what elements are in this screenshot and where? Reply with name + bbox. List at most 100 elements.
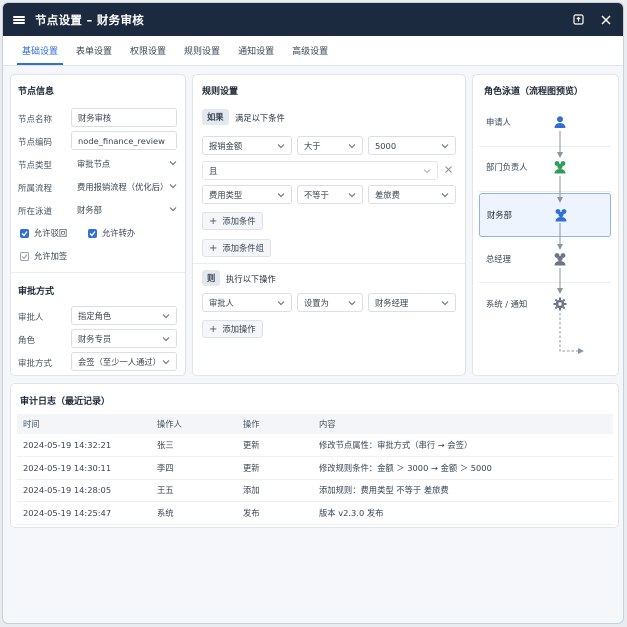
column-header: 内容 <box>313 414 613 434</box>
cell-time: 2024-05-19 14:28:05 <box>17 479 151 502</box>
add-action-label: 添加操作 <box>222 324 256 334</box>
node-type-label: 节点类型 <box>18 161 53 171</box>
cond1-field-select[interactable]: 报销金额 <box>202 136 292 155</box>
node-name-label: 节点名称 <box>18 115 53 125</box>
action1-op-select[interactable]: 设置为 <box>297 293 363 312</box>
table-row[interactable]: 2024-05-19 14:25:47 系统 发布 版本 v2.3.0 发布 <box>17 501 613 525</box>
cell-operator: 王五 <box>151 479 237 502</box>
audit-log-panel: 审计日志（最近记录） 时间 操作人 操作 内容 2024-05-19 14:32… <box>10 383 619 528</box>
allow-addsign-checkbox[interactable]: 允许加签 <box>20 250 67 262</box>
cond2-value-select[interactable]: 差旅费 <box>368 185 456 204</box>
cond1-value-input[interactable]: 5000 <box>368 136 456 155</box>
close-icon[interactable] <box>599 13 613 27</box>
cond2-value: 差旅费 <box>375 189 400 200</box>
menu-icon[interactable] <box>13 14 25 26</box>
node-code-label: 节点编码 <box>18 138 53 148</box>
cond1-op-select[interactable]: 大于 <box>297 136 363 155</box>
if-text: 满足以下条件 <box>235 113 285 123</box>
tab-permission[interactable]: 权限设置 <box>121 44 175 65</box>
cond1-op-value: 大于 <box>304 140 321 151</box>
cell-operator: 李四 <box>151 456 237 480</box>
role-select[interactable]: 财务专员 <box>71 329 177 348</box>
cond1-field-value: 报销金额 <box>209 140 243 151</box>
logic-operator-select[interactable]: 且 <box>202 161 438 180</box>
lanes-panel: 角色泳道（流程图预览） 申请人 部门负责人 财务部 总经理 系统 / 通知 <box>472 74 619 376</box>
role-label: 角色 <box>18 336 36 346</box>
chevron-down-icon <box>348 193 356 198</box>
tab-notify[interactable]: 通知设置 <box>229 44 283 65</box>
action1-value: 财务经理 <box>375 297 409 308</box>
then-text: 执行以下操作 <box>226 274 276 284</box>
table-header-row: 时间 操作人 操作 内容 <box>17 414 613 434</box>
approver-select[interactable]: 指定角色 <box>71 306 177 325</box>
approval-mode-value: 会签（至少一人通过） <box>78 356 161 367</box>
add-action-button[interactable]: + 添加操作 <box>202 320 263 338</box>
add-group-label: 添加条件组 <box>222 243 264 253</box>
if-tag: 如果 <box>202 109 229 125</box>
popout-icon[interactable] <box>571 13 585 27</box>
cond2-field-select[interactable]: 费用类型 <box>202 185 292 204</box>
chevron-down-icon <box>423 169 431 174</box>
approval-mode-select[interactable]: 会签（至少一人通过） <box>71 352 177 371</box>
tab-bar: 基础设置 表单设置 权限设置 规则设置 通知设置 高级设置 <box>3 36 623 66</box>
chevron-down-icon <box>162 337 170 342</box>
chevron-down-icon <box>441 301 449 306</box>
action1-field-select[interactable]: 审批人 <box>202 293 292 312</box>
tab-rules[interactable]: 规则设置 <box>175 44 229 65</box>
checkbox-checked-icon <box>88 228 97 238</box>
cell-operator: 系统 <box>151 501 237 525</box>
tab-form[interactable]: 表单设置 <box>67 44 121 65</box>
flow-connectors <box>557 131 584 354</box>
node-info-title: 节点信息 <box>18 87 55 97</box>
rules-panel: 规则设置 如果 满足以下条件 报销金额 大于 5000 且 费用类型 不等于 差… <box>192 74 466 376</box>
window-title: 节点设置 – 财务审核 <box>35 12 145 27</box>
chevron-down-icon <box>162 360 170 365</box>
and-tag: 且 <box>209 165 218 176</box>
role-value: 财务专员 <box>78 333 112 344</box>
flow-select[interactable]: 费用报销流程（优化后） <box>71 177 177 196</box>
approver-label: 审批人 <box>18 313 44 323</box>
chevron-down-icon <box>277 193 285 198</box>
cell-time: 2024-05-19 14:25:47 <box>17 501 151 525</box>
tab-basic[interactable]: 基础设置 <box>13 44 67 65</box>
table-row[interactable]: 2024-05-19 14:32:21 张三 更新 修改节点属性：审批方式（串行… <box>17 434 613 457</box>
column-header: 时间 <box>17 414 151 434</box>
lane-value: 财务部 <box>77 204 102 215</box>
divider <box>11 272 185 273</box>
cell-action: 添加 <box>237 479 313 502</box>
checkbox-checked-icon <box>20 228 29 238</box>
remove-condition-icon[interactable] <box>444 165 454 175</box>
cell-content: 修改规则条件：金额 ＞ 3000 → 金额 ＞ 5000 <box>313 456 613 480</box>
column-header: 操作人 <box>151 414 237 434</box>
cell-time: 2024-05-19 14:32:21 <box>17 434 151 457</box>
cond2-field-value: 费用类型 <box>209 189 243 200</box>
node-code-input[interactable]: node_finance_review <box>71 131 177 150</box>
node-type-select[interactable]: 审批节点 <box>71 154 177 173</box>
then-tag: 则 <box>202 270 221 286</box>
allow-transfer-checkbox[interactable]: 允许转办 <box>88 227 135 239</box>
allow-reject-checkbox[interactable]: 允许驳回 <box>20 227 67 239</box>
cell-time: 2024-05-19 14:30:11 <box>17 456 151 480</box>
chevron-down-icon <box>169 207 177 212</box>
cond1-value: 5000 <box>375 140 397 151</box>
approval-mode-label: 审批方式 <box>18 359 53 369</box>
cell-operator: 张三 <box>151 434 237 457</box>
table-row[interactable]: 2024-05-19 14:28:05 王五 添加 添加规则：费用类型 不等于 … <box>17 479 613 502</box>
add-condition-button[interactable]: + 添加条件 <box>202 212 263 230</box>
table-row[interactable]: 2024-05-19 14:30:11 李四 更新 修改规则条件：金额 ＞ 30… <box>17 456 613 480</box>
chevron-down-icon <box>277 144 285 149</box>
tab-advanced[interactable]: 高级设置 <box>283 44 337 65</box>
checkbox-unchecked-icon <box>20 251 29 261</box>
lane-label: 所在泳道 <box>18 207 53 217</box>
cell-content: 版本 v2.3.0 发布 <box>313 501 613 525</box>
lane-select[interactable]: 财务部 <box>71 200 177 219</box>
chevron-down-icon <box>162 314 170 319</box>
node-name-input[interactable]: 财务审核 <box>71 108 177 127</box>
cond2-op-select[interactable]: 不等于 <box>297 185 363 204</box>
flow-value: 费用报销流程（优化后） <box>77 181 169 192</box>
chevron-down-icon <box>441 144 449 149</box>
allow-addsign-label: 允许加签 <box>34 251 68 261</box>
column-header: 操作 <box>237 414 313 434</box>
action1-value-select[interactable]: 财务经理 <box>368 293 456 312</box>
add-condition-group-button[interactable]: + 添加条件组 <box>202 239 271 257</box>
